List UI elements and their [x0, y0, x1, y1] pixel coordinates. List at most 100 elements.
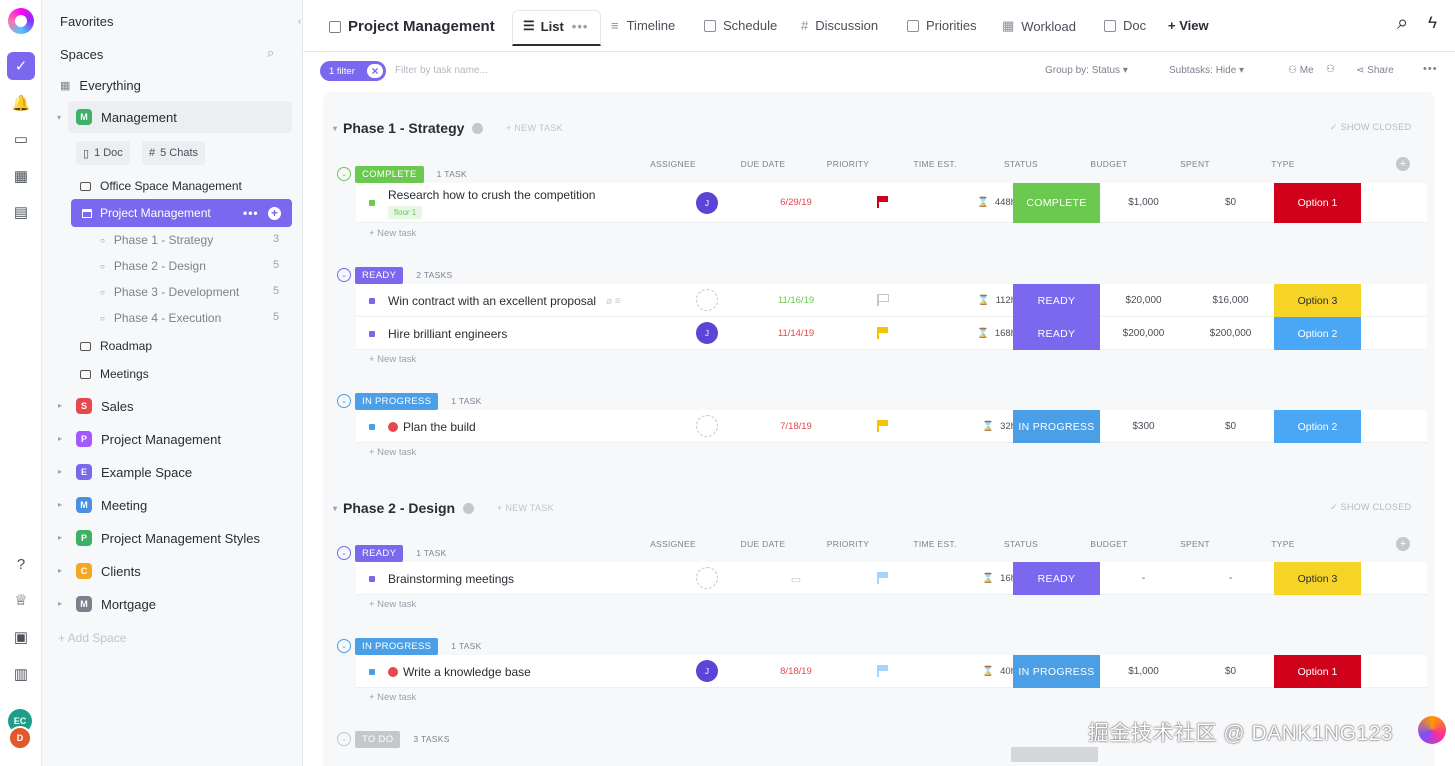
task-name[interactable]: Plan the build [388, 420, 476, 434]
column-header[interactable]: TIME EST. [890, 539, 980, 549]
avatar[interactable]: J [696, 322, 718, 344]
collapse-icon[interactable]: ⌄ [337, 546, 351, 560]
new-task-button[interactable]: + New task [369, 447, 416, 458]
budget-cell[interactable]: - [1101, 573, 1186, 584]
tag[interactable]: floor 1 [388, 206, 423, 219]
tab-list[interactable]: ☰ List ••• [523, 18, 588, 34]
time-estimate[interactable]: ⌛ 40h [956, 666, 1016, 677]
table-row[interactable]: Win contract with an excellent proposal ⌀… [356, 284, 1427, 317]
column-header[interactable]: SPENT [1150, 159, 1240, 169]
status-cell[interactable]: READY [1013, 317, 1100, 350]
collapse-icon[interactable]: ⌄ [337, 639, 351, 653]
more-icon[interactable]: ••• [572, 19, 589, 34]
caret-down-icon[interactable]: ▾ [333, 504, 337, 513]
add-icon[interactable]: + [268, 206, 281, 220]
everything-item[interactable]: ▦ Everything [60, 78, 141, 93]
time-estimate[interactable]: ⌛ 168h [956, 328, 1016, 339]
caret-right-icon[interactable]: ▸ [58, 401, 62, 410]
phase-header[interactable]: ▾ Phase 2 - Design [333, 500, 475, 516]
close-icon[interactable]: × [367, 64, 383, 78]
inbox-icon[interactable]: ▭ [7, 125, 35, 153]
search-icon[interactable]: ⌕ [267, 45, 274, 61]
chats-chip[interactable]: #5 Chats [142, 141, 206, 165]
type-cell[interactable]: Option 3 [1274, 562, 1361, 595]
type-cell[interactable]: Option 1 [1274, 183, 1361, 223]
calendar-icon[interactable]: ▭ [751, 573, 841, 586]
space-item[interactable]: ▸ E Example Space [58, 464, 192, 480]
collapse-sidebar-icon[interactable]: ‹ [298, 16, 301, 26]
tab-workload[interactable]: ▦ Workload [1002, 18, 1076, 34]
notifications-icon[interactable]: 🔔 [7, 89, 35, 117]
add-space-button[interactable]: + Add Space [58, 631, 126, 645]
assignees-icon[interactable]: ⚇ [1326, 64, 1335, 75]
folder-office-space[interactable]: Office Space Management [80, 179, 242, 193]
budget-cell[interactable]: $200,000 [1101, 328, 1186, 339]
type-cell[interactable]: Option 1 [1274, 655, 1361, 688]
avatar[interactable]: J [696, 660, 718, 682]
space-item[interactable]: ▸ P Project Management [58, 431, 221, 447]
column-header[interactable]: PRIORITY [803, 539, 893, 549]
tab-doc[interactable]: Doc [1104, 18, 1146, 33]
table-row[interactable]: Research how to crush the competition flo… [356, 183, 1427, 223]
column-header[interactable]: BUDGET [1064, 539, 1154, 549]
tab-schedule[interactable]: Schedule [704, 18, 777, 33]
caret-right-icon[interactable]: ▸ [58, 500, 62, 509]
status-group-header[interactable]: ⌄ COMPLETE 1 TASK [337, 165, 467, 183]
task-name[interactable]: Hire brilliant engineers [388, 327, 507, 341]
priority-flag-icon[interactable] [877, 572, 888, 584]
status-dot[interactable] [369, 576, 375, 582]
caret-down-icon[interactable]: ▾ [333, 124, 337, 133]
budget-cell[interactable]: $1,000 [1101, 197, 1186, 208]
type-cell[interactable]: Option 2 [1274, 317, 1361, 350]
new-task-button[interactable]: + NEW TASK [506, 123, 563, 133]
budget-cell[interactable]: $300 [1101, 421, 1186, 432]
avatar[interactable]: D [8, 726, 32, 750]
status-group-header[interactable]: ⌄ READY 1 TASK [337, 544, 447, 562]
space-item[interactable]: ▸ C Clients [58, 563, 141, 579]
favorites-header[interactable]: Favorites [60, 14, 113, 29]
column-header[interactable]: BUDGET [1064, 159, 1154, 169]
status-dot[interactable] [369, 298, 375, 304]
table-row[interactable]: Brainstorming meetings ▭ ⌛ 16h READY - - Option… [356, 562, 1427, 595]
group-by-dropdown[interactable]: Group by: Status ▾ [1045, 65, 1128, 76]
clipboard-icon[interactable]: ▥ [7, 660, 35, 688]
phase-header[interactable]: ▾ Phase 1 - Strategy [333, 120, 484, 136]
subtasks-dropdown[interactable]: Subtasks: Hide ▾ [1169, 65, 1244, 76]
status-dot[interactable] [369, 200, 375, 206]
tab-timeline[interactable]: ≡ Timeline [611, 18, 675, 33]
collapse-icon[interactable]: ⌄ [337, 394, 351, 408]
list-project-management[interactable]: Project Management ••• + [71, 199, 292, 227]
priority-flag-icon[interactable] [877, 327, 888, 339]
space-item[interactable]: ▸ S Sales [58, 398, 134, 414]
status-cell[interactable] [1011, 747, 1098, 762]
sidebar-item-phase-4[interactable]: ○ Phase 4 - Execution [100, 311, 221, 325]
add-column-icon[interactable]: + [1396, 537, 1410, 551]
caret-right-icon[interactable]: ▸ [58, 467, 62, 476]
add-view-button[interactable]: + View [1168, 18, 1209, 33]
add-assignee-icon[interactable] [696, 289, 718, 311]
space-management[interactable]: ▾ M Management [57, 101, 292, 133]
docs-icon[interactable]: ▤ [7, 198, 35, 226]
spent-cell[interactable]: $200,000 [1188, 328, 1273, 339]
status-dot[interactable] [369, 424, 375, 430]
status-group-header[interactable]: ⌄ TO DO 3 TASKS [337, 730, 450, 748]
column-header[interactable]: TIME EST. [890, 159, 980, 169]
column-header[interactable]: ASSIGNEE [628, 539, 718, 549]
column-header[interactable]: STATUS [976, 539, 1066, 549]
search-icon[interactable]: ⌕ [1397, 12, 1408, 35]
column-header[interactable]: STATUS [976, 159, 1066, 169]
status-cell[interactable]: IN PROGRESS [1013, 655, 1100, 688]
caret-right-icon[interactable]: ▸ [58, 566, 62, 575]
table-row[interactable]: Plan the build 7/18/19 ⌛ 32h IN PROGRESS $300… [356, 410, 1427, 443]
new-task-button[interactable]: + New task [369, 599, 416, 610]
status-cell[interactable]: READY [1013, 284, 1100, 317]
spent-cell[interactable]: $0 [1188, 197, 1273, 208]
status-cell[interactable]: COMPLETE [1013, 183, 1100, 223]
priority-flag-icon[interactable] [877, 420, 888, 432]
spaces-header[interactable]: Spaces [60, 47, 103, 62]
sidebar-item-phase-3[interactable]: ○ Phase 3 - Development [100, 285, 239, 299]
status-group-header[interactable]: ⌄ IN PROGRESS 1 TASK [337, 392, 482, 410]
budget-cell[interactable]: $1,000 [1101, 666, 1186, 677]
priority-flag-icon[interactable] [877, 196, 888, 208]
sidebar-item-phase-1[interactable]: ○ Phase 1 - Strategy [100, 233, 213, 247]
